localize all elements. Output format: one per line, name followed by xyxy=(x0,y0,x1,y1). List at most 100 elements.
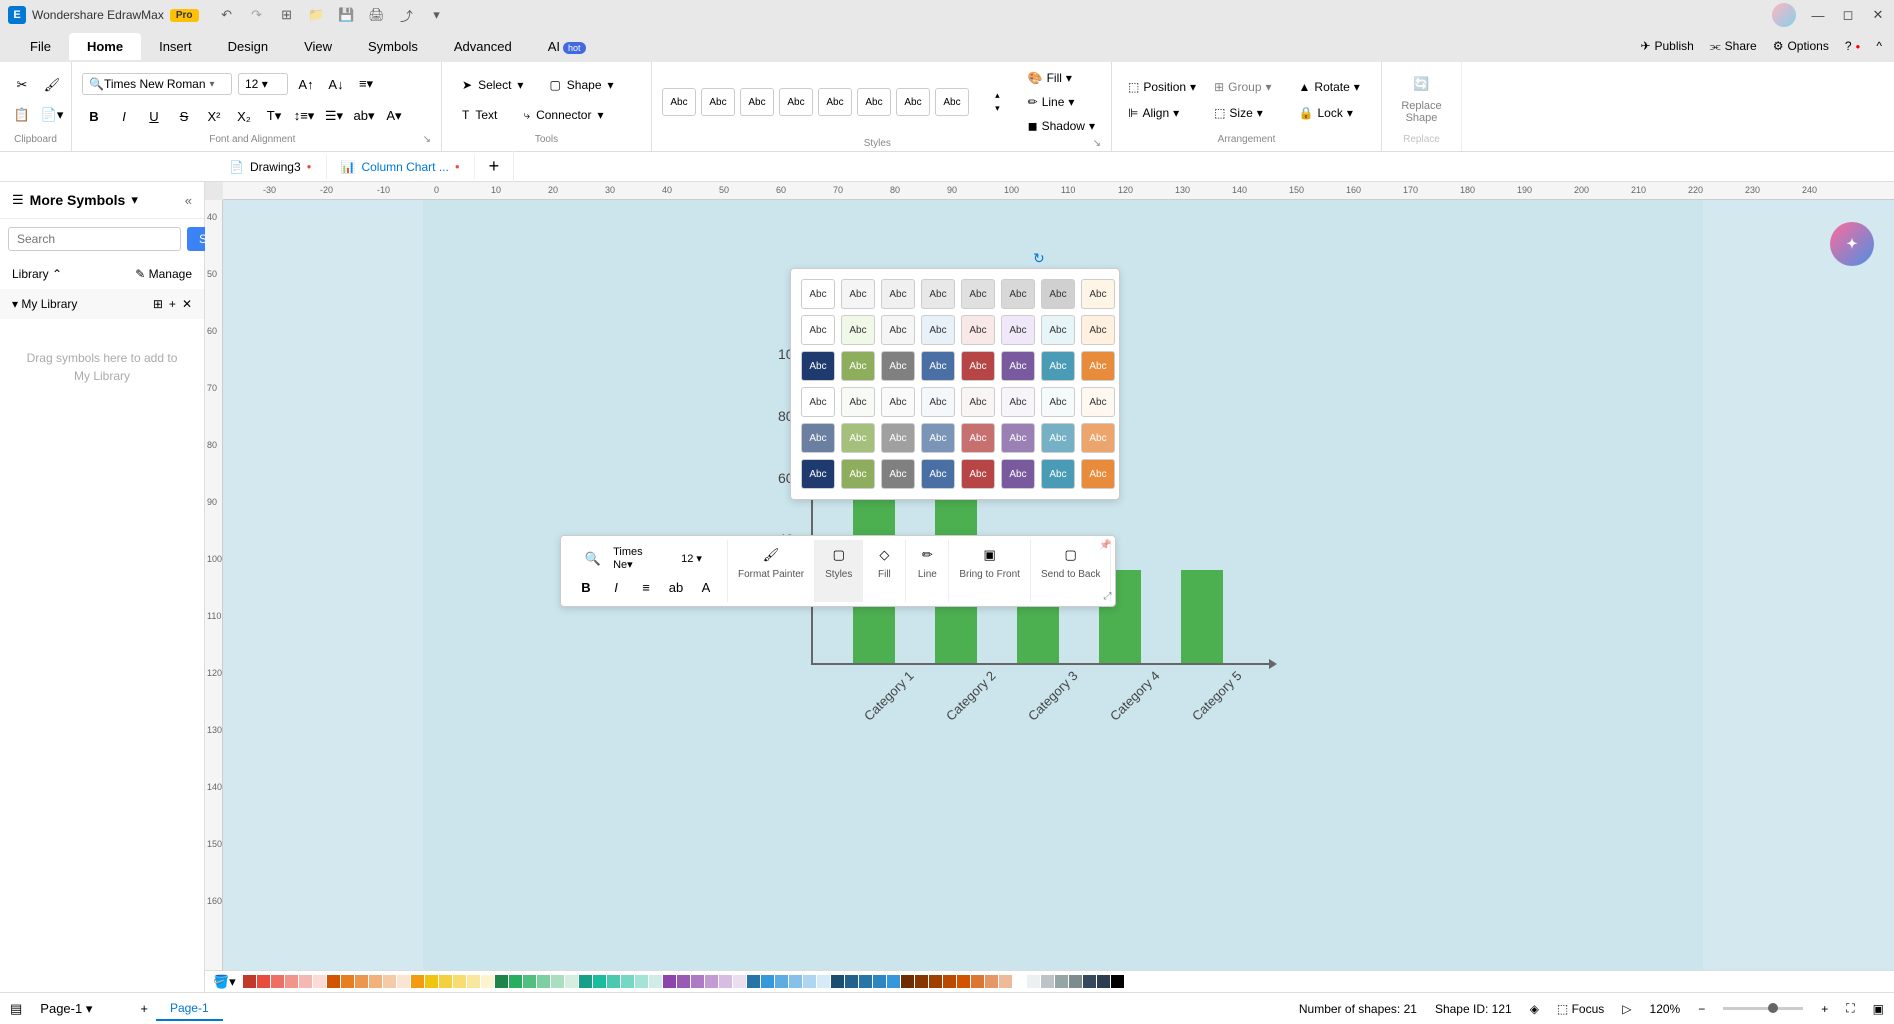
bold-icon[interactable]: B xyxy=(82,104,106,128)
font-decrease-icon[interactable]: A↓ xyxy=(324,72,348,96)
style-swatch[interactable]: Abc xyxy=(857,88,891,116)
color-swatch[interactable] xyxy=(957,975,970,988)
italic-icon[interactable]: I xyxy=(112,104,136,128)
float-font-size[interactable]: 12 ▾ xyxy=(677,550,707,567)
float-line-icon[interactable]: ✏ xyxy=(916,544,938,566)
color-swatch[interactable] xyxy=(929,975,942,988)
color-swatch[interactable] xyxy=(467,975,480,988)
options-button[interactable]: ⚙ Options xyxy=(1773,39,1829,53)
minimize-button[interactable]: — xyxy=(1810,7,1826,23)
shadow-button[interactable]: ◼ Shadow ▾ xyxy=(1022,116,1101,136)
color-swatch[interactable] xyxy=(635,975,648,988)
color-swatch[interactable] xyxy=(817,975,830,988)
float-search-icon[interactable]: 🔍 xyxy=(585,551,601,567)
style-swatch[interactable]: Abc xyxy=(841,279,875,309)
doc-tab-drawing3[interactable]: 📄 Drawing3 ● xyxy=(215,155,327,179)
float-text-color-icon[interactable]: A xyxy=(695,576,717,598)
redo-icon[interactable]: ↷ xyxy=(249,7,265,23)
color-swatch[interactable] xyxy=(719,975,732,988)
text-color-icon[interactable]: T▾ xyxy=(262,104,286,128)
color-swatch[interactable] xyxy=(565,975,578,988)
collapse-ribbon-icon[interactable]: ^ xyxy=(1876,39,1882,53)
send-back-icon[interactable]: ▢ xyxy=(1060,544,1082,566)
format-painter-icon[interactable]: 🖌 xyxy=(40,73,64,97)
color-swatch[interactable] xyxy=(523,975,536,988)
font-size-select[interactable]: 12 ▾ xyxy=(238,73,288,95)
outline-icon[interactable]: ▤ xyxy=(10,1001,22,1017)
menu-advanced[interactable]: Advanced xyxy=(436,33,530,60)
share-button[interactable]: ⫘ Share xyxy=(1710,39,1757,54)
style-swatch[interactable]: Abc xyxy=(921,423,955,453)
style-swatch[interactable]: Abc xyxy=(841,387,875,417)
style-swatch[interactable]: Abc xyxy=(1001,279,1035,309)
color-swatch[interactable] xyxy=(243,975,256,988)
color-swatch[interactable] xyxy=(705,975,718,988)
color-swatch[interactable] xyxy=(803,975,816,988)
style-swatch[interactable]: Abc xyxy=(841,423,875,453)
float-styles-icon[interactable]: ▢ xyxy=(828,544,850,566)
zoom-out-button[interactable]: − xyxy=(1698,1002,1705,1016)
color-swatch[interactable] xyxy=(397,975,410,988)
color-swatch[interactable] xyxy=(1097,975,1110,988)
menu-ai[interactable]: AIhot xyxy=(530,33,604,60)
qat-dropdown-icon[interactable]: ▾ xyxy=(429,7,445,23)
color-swatch[interactable] xyxy=(971,975,984,988)
fill-bucket-icon[interactable]: 🪣▾ xyxy=(213,974,236,990)
search-input[interactable] xyxy=(8,227,181,251)
subscript-icon[interactable]: X₂ xyxy=(232,104,256,128)
list-icon[interactable]: ☰▾ xyxy=(322,104,346,128)
publish-button[interactable]: ✈ Publish xyxy=(1640,39,1693,53)
color-swatch[interactable] xyxy=(859,975,872,988)
style-swatch[interactable]: Abc xyxy=(881,459,915,489)
style-swatch[interactable]: Abc xyxy=(1001,387,1035,417)
color-swatch[interactable] xyxy=(999,975,1012,988)
color-swatch[interactable] xyxy=(789,975,802,988)
color-swatch[interactable] xyxy=(887,975,900,988)
text-tool[interactable]: T Text xyxy=(452,104,507,126)
print-icon[interactable]: 🖨 xyxy=(369,7,385,23)
menu-home[interactable]: Home xyxy=(69,33,141,60)
style-swatch[interactable]: Abc xyxy=(1001,423,1035,453)
mylib-close-icon[interactable]: ✕ xyxy=(182,297,192,311)
float-fill-icon[interactable]: ◇ xyxy=(873,544,895,566)
style-swatch[interactable]: Abc xyxy=(801,279,835,309)
color-swatch[interactable] xyxy=(915,975,928,988)
underline-icon[interactable]: U xyxy=(142,104,166,128)
color-swatch[interactable] xyxy=(831,975,844,988)
color-swatch[interactable] xyxy=(327,975,340,988)
style-swatch[interactable]: Abc xyxy=(921,279,955,309)
style-swatch[interactable]: Abc xyxy=(1001,315,1035,345)
style-swatch[interactable]: Abc xyxy=(1081,315,1115,345)
color-swatch[interactable] xyxy=(537,975,550,988)
save-icon[interactable]: 💾 xyxy=(339,7,355,23)
style-swatch[interactable]: Abc xyxy=(841,315,875,345)
style-swatch[interactable]: Abc xyxy=(801,459,835,489)
color-swatch[interactable] xyxy=(593,975,606,988)
rotate-button[interactable]: ▲ Rotate▾ xyxy=(1293,77,1371,97)
color-swatch[interactable] xyxy=(845,975,858,988)
color-swatch[interactable] xyxy=(649,975,662,988)
cut-icon[interactable]: ✂ xyxy=(10,73,34,97)
add-page-button[interactable]: + xyxy=(140,1001,148,1016)
mylib-add-icon[interactable]: ⊞ xyxy=(153,297,163,311)
color-swatch[interactable] xyxy=(355,975,368,988)
float-italic-icon[interactable]: I xyxy=(605,576,627,598)
avatar[interactable] xyxy=(1772,3,1796,27)
style-swatch[interactable]: Abc xyxy=(1041,315,1075,345)
color-swatch[interactable] xyxy=(257,975,270,988)
line-spacing-icon[interactable]: ↕≡▾ xyxy=(292,104,316,128)
color-swatch[interactable] xyxy=(411,975,424,988)
color-swatch[interactable] xyxy=(775,975,788,988)
position-button[interactable]: ⬚ Position▾ xyxy=(1122,77,1202,97)
my-library-toggle[interactable]: ▾ My Library xyxy=(12,297,77,311)
lock-button[interactable]: 🔒 Lock▾ xyxy=(1293,103,1371,123)
fill-button[interactable]: 🎨 Fill ▾ xyxy=(1022,68,1101,88)
styles-scroll-up-icon[interactable]: ▴ xyxy=(995,90,1000,101)
color-swatch[interactable] xyxy=(1069,975,1082,988)
style-swatch[interactable]: Abc xyxy=(881,279,915,309)
pin-icon[interactable]: 📌 xyxy=(1099,540,1111,551)
select-tool[interactable]: ➤ Select ▾ xyxy=(452,74,533,96)
color-swatch[interactable] xyxy=(425,975,438,988)
style-swatch[interactable]: Abc xyxy=(1081,459,1115,489)
color-swatch[interactable] xyxy=(985,975,998,988)
